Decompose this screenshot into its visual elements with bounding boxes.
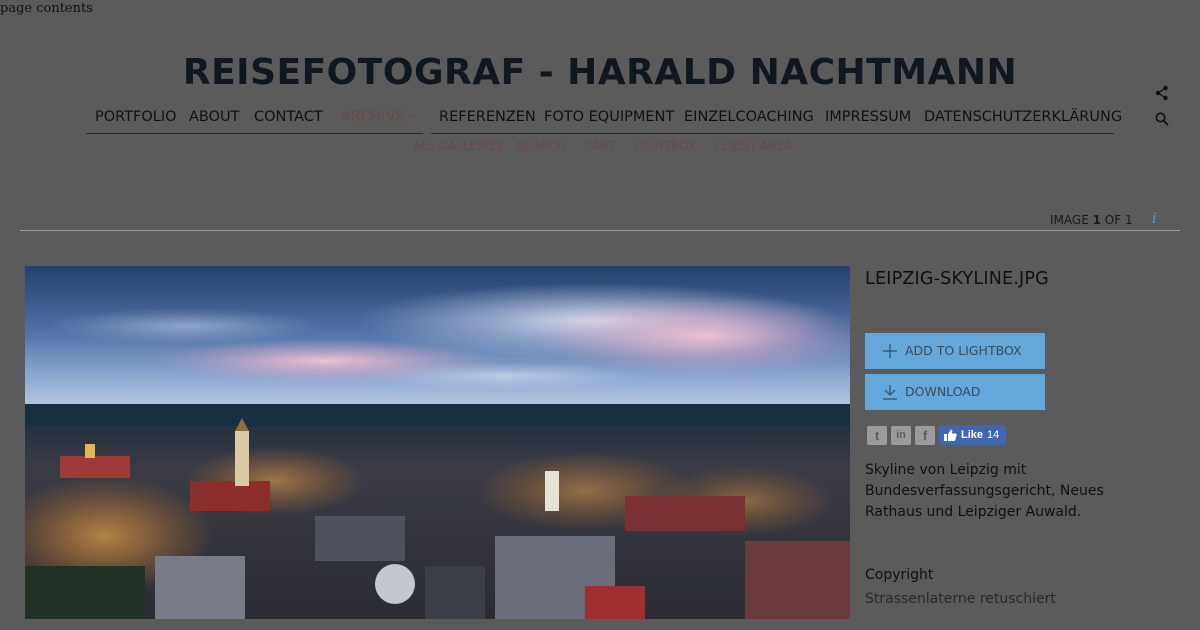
- subnav-item-client-area[interactable]: CLIENT AREA: [714, 139, 793, 153]
- nav-item-archive-label: ARCHIVE: [341, 109, 405, 125]
- main-nav: PORTFOLIO ABOUT CONTACT ARCHIVE — REFEREN…: [86, 106, 1122, 136]
- subnav-item-cart[interactable]: CART: [584, 139, 615, 153]
- counter-separator: OF: [1104, 213, 1122, 227]
- site-title[interactable]: REISEFOTOGRAF - HARALD NACHTMANN: [0, 52, 1200, 93]
- download-label: DOWNLOAD: [905, 384, 981, 399]
- nav-item-portfolio[interactable]: PORTFOLIO: [95, 109, 177, 125]
- search-icon[interactable]: [1155, 112, 1169, 126]
- subnav-item-lightbox[interactable]: LIGHTBOX: [635, 139, 696, 153]
- linkedin-share-icon[interactable]: in: [891, 426, 911, 445]
- image-caption: Skyline von Leipzig mit Bundesverfassung…: [865, 462, 1104, 520]
- nav-item-contact[interactable]: CONTACT: [254, 109, 323, 125]
- like-label: Like: [961, 429, 984, 441]
- share-icon[interactable]: [1155, 85, 1169, 101]
- nav-item-einzelcoaching[interactable]: EINZELCOACHING: [684, 109, 814, 125]
- skip-to-content-link[interactable]: page contents: [0, 1, 93, 16]
- main-photo[interactable]: [25, 266, 850, 619]
- nav-item-referenzen[interactable]: REFERENZEN: [439, 109, 536, 125]
- twitter-share-icon[interactable]: t: [867, 426, 887, 445]
- like-count: 14: [987, 429, 1000, 441]
- divider: [20, 230, 1180, 231]
- counter-prefix: IMAGE: [1050, 213, 1089, 227]
- copyright-value: Strassenlaterne retuschiert: [865, 591, 1056, 607]
- nav-item-archive[interactable]: ARCHIVE —: [341, 109, 419, 125]
- collapse-icon: —: [407, 109, 419, 122]
- facebook-like-button[interactable]: Like 14: [939, 425, 1006, 445]
- add-to-lightbox-button[interactable]: ADD TO LIGHTBOX: [865, 333, 1045, 369]
- info-icon[interactable]: i: [1152, 211, 1156, 227]
- subnav-item-search[interactable]: SEARCH: [517, 139, 566, 153]
- add-to-lightbox-label: ADD TO LIGHTBOX: [905, 343, 1022, 358]
- nav-item-impressum[interactable]: IMPRESSUM: [825, 109, 911, 125]
- counter-current: 1: [1092, 213, 1101, 227]
- nav-item-foto-equipment[interactable]: FOTO EQUIPMENT: [544, 109, 674, 125]
- image-filename: LEIPZIG-SKYLINE.JPG: [865, 269, 1049, 289]
- download-icon: [883, 385, 897, 400]
- plus-icon: [883, 344, 897, 358]
- counter-total: 1: [1124, 213, 1133, 227]
- leipzig-skyline-image: [25, 266, 850, 619]
- thumbs-up-icon: [944, 429, 957, 441]
- nav-underline-gap: [423, 133, 431, 136]
- copyright-label: Copyright: [865, 567, 934, 583]
- subnav-item-all-galleries[interactable]: ALL GALLERIES: [413, 139, 504, 153]
- download-button[interactable]: DOWNLOAD: [865, 374, 1045, 410]
- facebook-share-icon[interactable]: f: [915, 426, 935, 445]
- nav-item-datenschutzerklaerung[interactable]: DATENSCHUTZERKLÄRUNG: [924, 109, 1122, 125]
- image-counter: IMAGE 1 OF 1: [1050, 213, 1133, 227]
- nav-item-about[interactable]: ABOUT: [189, 109, 240, 125]
